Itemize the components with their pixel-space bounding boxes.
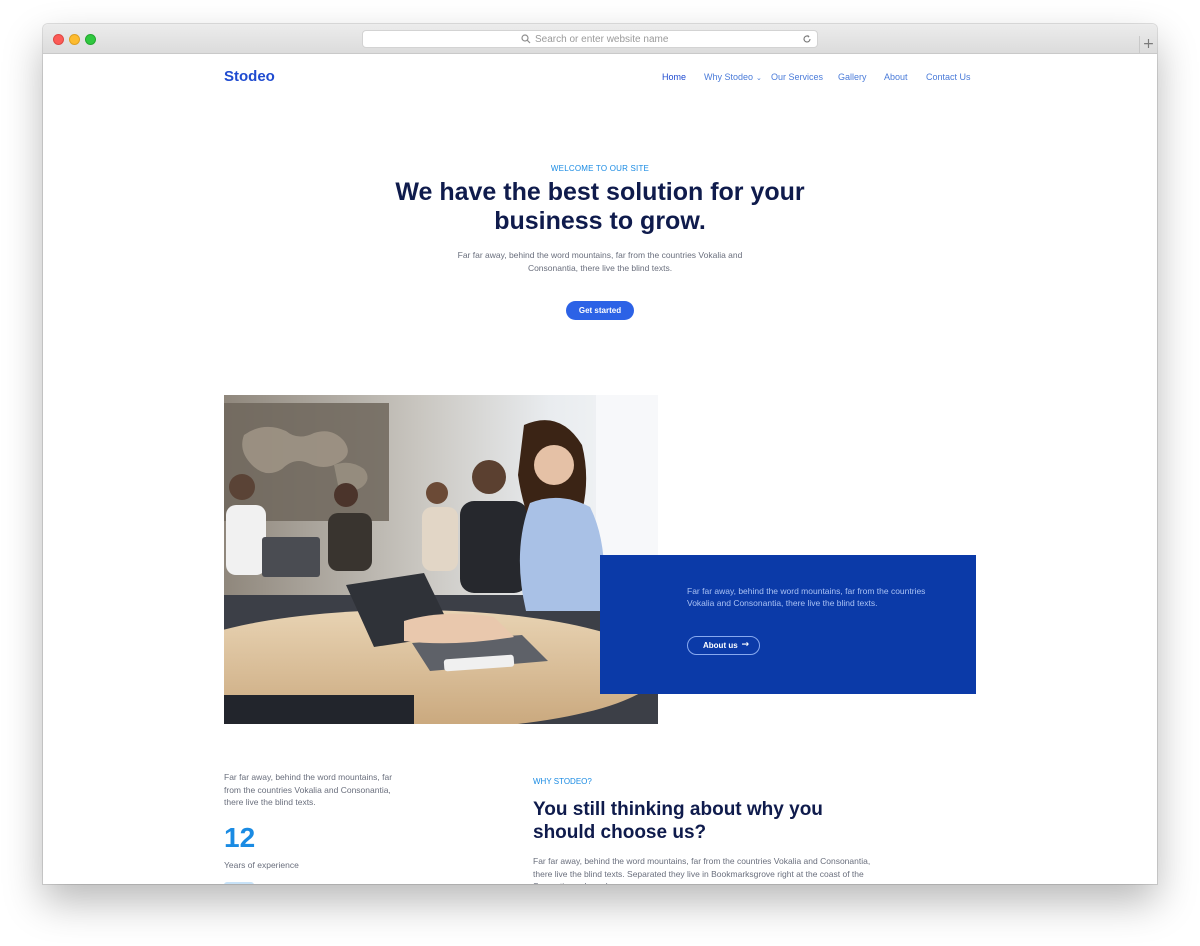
stats-description: Far far away, behind the word mountains,… [224,772,393,807]
minimize-window-button[interactable] [69,34,80,45]
experience-count: 12 [224,822,256,853]
hero-description: Far far away, behind the word mountains,… [457,250,743,273]
reload-icon[interactable] [802,34,812,44]
address-bar[interactable]: Search or enter website name [362,30,818,48]
maximize-window-button[interactable] [85,34,96,45]
site-logo[interactable]: Stodeo [224,68,275,85]
close-window-button[interactable] [53,34,64,45]
nav-why-label: Why Stodeo [704,72,754,82]
hero-eyebrow: WELCOME TO OUR SITE [550,164,650,173]
experience-label: Years of experience [224,860,299,870]
about-panel-text: Far far away, behind the word mountains,… [687,586,926,608]
new-tab-button[interactable]: + [1139,36,1157,54]
address-placeholder: Search or enter website name [535,34,669,45]
chevron-down-icon: ⌄ [756,74,762,82]
about-panel: Far far away, behind the word mountains,… [600,555,976,694]
why-title: You still thinking about why you should … [533,799,823,843]
search-icon [521,34,531,44]
browser-window: Search or enter website name + Stodeo Ho… [43,24,1157,884]
nav-our-services[interactable]: Our Services [771,72,823,82]
why-description: Far far away, behind the word mountains,… [533,856,871,884]
browser-titlebar: Search or enter website name + [43,24,1157,54]
arrow-right-icon: → [741,640,749,650]
nav-contact-us[interactable]: Contact Us [926,72,971,82]
web-page: Stodeo Home Why Stodeo ⌄ Our Services Gal… [43,54,1157,884]
nav-why-stodeo[interactable]: Why Stodeo ⌄ [704,72,762,82]
get-started-button[interactable]: Get started [566,301,634,320]
nav-gallery[interactable]: Gallery [838,72,867,82]
next-stat-number-partial [224,882,254,884]
nav-about[interactable]: About [884,72,908,82]
hero-title: We have the best solution for your busin… [395,178,805,235]
why-eyebrow: WHY STODEO? [533,777,592,786]
nav-home[interactable]: Home [662,72,686,82]
about-us-button[interactable]: About us → [687,636,760,655]
about-us-label: About us [703,641,738,650]
office-meeting-photo [224,395,658,724]
